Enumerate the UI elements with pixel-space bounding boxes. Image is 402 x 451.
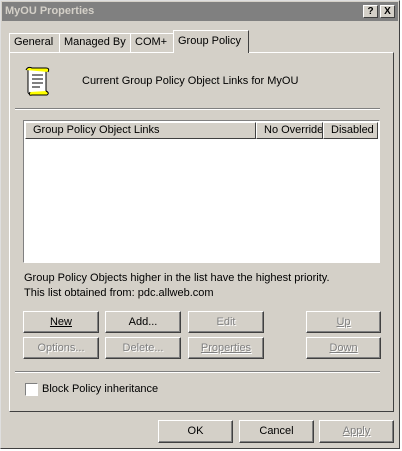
policy-scroll-icon — [25, 66, 50, 96]
properties-button[interactable]: Properties — [188, 337, 264, 359]
block-inheritance-label[interactable]: Block Policy inheritance — [42, 383, 158, 395]
properties-dialog: MyOU Properties ? X General Managed By C… — [0, 0, 400, 449]
help-icon: ? — [367, 6, 374, 17]
tab-managed-by[interactable]: Managed By — [59, 33, 131, 52]
tab-general[interactable]: General — [9, 33, 60, 52]
cancel-button[interactable]: Cancel — [239, 420, 314, 443]
delete-label: Delete... — [122, 342, 164, 354]
properties-label: Properties — [200, 342, 252, 354]
apply-label: Apply — [342, 425, 371, 437]
close-button[interactable]: X — [380, 5, 395, 18]
tab-group-policy[interactable]: Group Policy — [173, 30, 249, 53]
add-button[interactable]: Add... — [105, 311, 181, 333]
options-button[interactable]: Options... — [23, 337, 99, 359]
column-header-disabled[interactable]: Disabled — [323, 122, 378, 139]
down-label: Down — [329, 342, 358, 354]
down-button[interactable]: Down — [306, 337, 381, 359]
list-header: Group Policy Object Links No Override Di… — [25, 122, 378, 139]
edit-button[interactable]: Edit — [188, 311, 264, 333]
priority-note: Group Policy Objects higher in the list … — [24, 272, 330, 284]
header-text: Current Group Policy Object Links for My… — [82, 75, 299, 87]
ok-label: OK — [187, 425, 204, 437]
delete-button[interactable]: Delete... — [105, 337, 181, 359]
add-label: Add... — [128, 316, 158, 328]
edit-label: Edit — [216, 316, 236, 328]
cancel-label: Cancel — [259, 425, 294, 437]
ok-button[interactable]: OK — [158, 420, 233, 443]
column-header-no-override[interactable]: No Override — [256, 122, 323, 139]
new-button[interactable]: New — [23, 311, 99, 333]
up-label: Up — [336, 316, 351, 328]
title-bar: MyOU Properties ? X — [2, 2, 398, 21]
tab-com-plus[interactable]: COM+ — [130, 33, 174, 52]
up-button[interactable]: Up — [306, 311, 381, 333]
window-title: MyOU Properties — [5, 5, 95, 17]
separator-bottom — [15, 371, 380, 373]
apply-button[interactable]: Apply — [319, 420, 394, 443]
options-label: Options... — [37, 342, 85, 354]
block-inheritance-checkbox[interactable] — [25, 383, 38, 396]
help-button[interactable]: ? — [363, 5, 378, 18]
separator-top — [15, 108, 380, 110]
close-icon: X — [384, 6, 391, 17]
source-note: This list obtained from: pdc.allweb.com — [24, 287, 214, 299]
column-header-gpo-links[interactable]: Group Policy Object Links — [25, 122, 256, 139]
new-label: New — [49, 316, 72, 328]
gpo-links-list[interactable]: Group Policy Object Links No Override Di… — [23, 120, 380, 263]
